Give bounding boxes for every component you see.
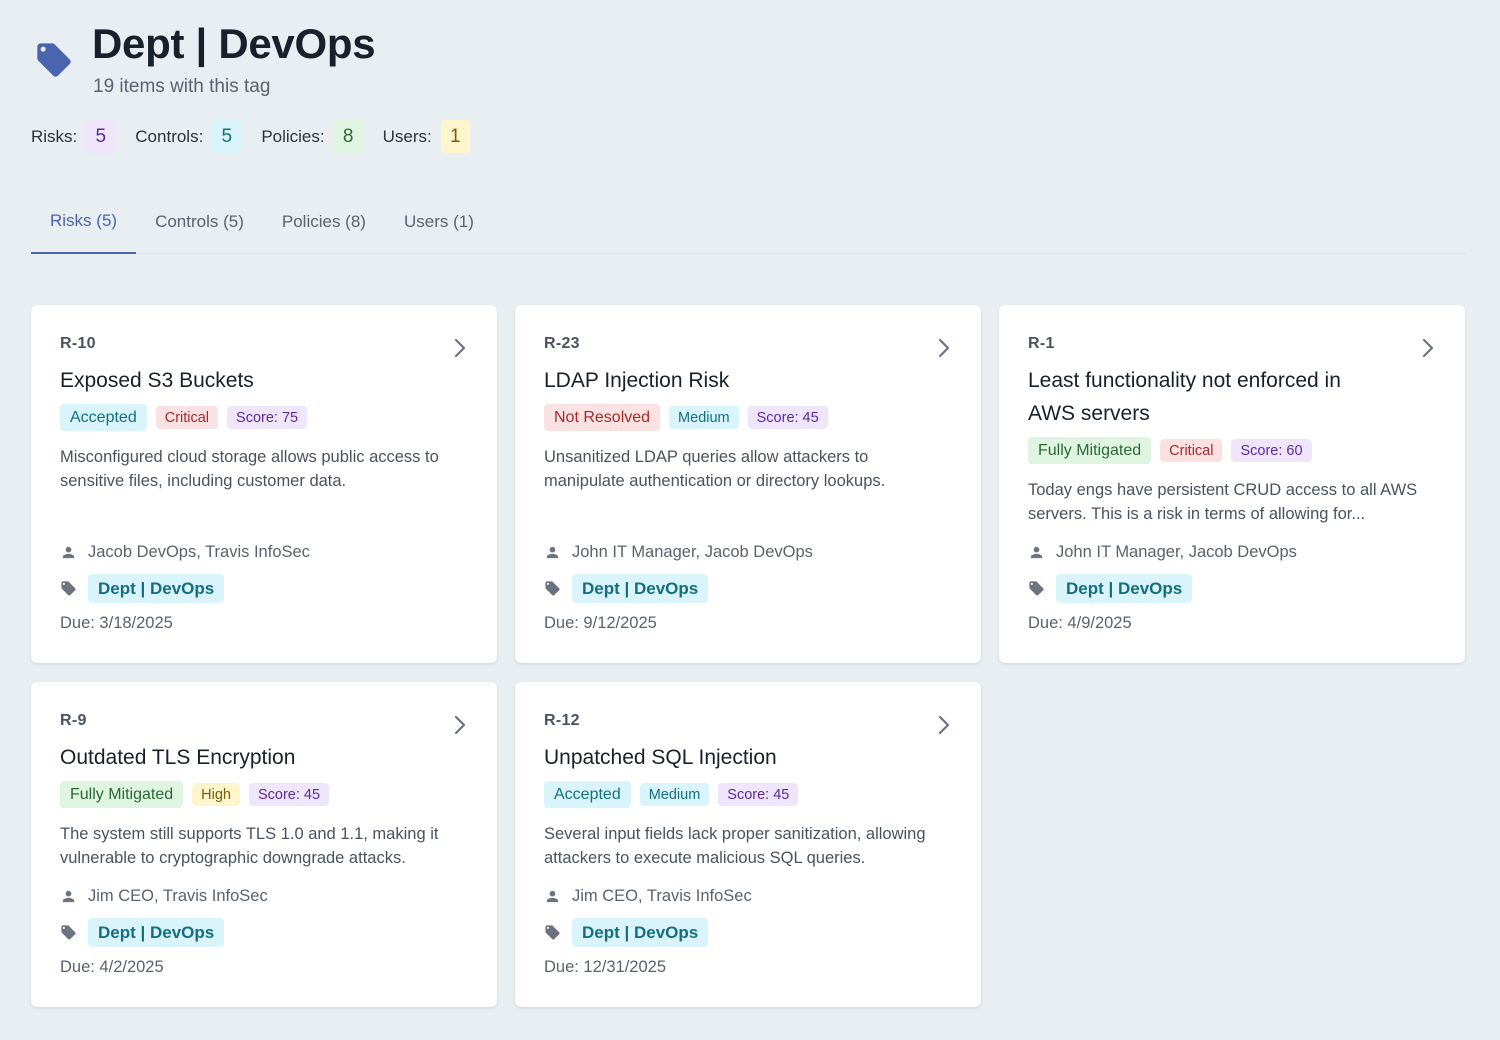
tab-bar: Risks (5) Controls (5) Policies (8) User…: [31, 190, 1466, 254]
tags-row: Dept | DevOps: [60, 574, 468, 603]
severity-badge: Critical: [1160, 439, 1223, 462]
tag-chip[interactable]: Dept | DevOps: [88, 918, 225, 947]
controls-count-badge: 5: [212, 120, 242, 153]
risk-id: R-23: [544, 335, 580, 352]
risk-description: Today engs have persistent CRUD access t…: [1028, 481, 1418, 523]
tag-icon: [545, 581, 560, 596]
tag-chip[interactable]: Dept | DevOps: [572, 918, 709, 947]
tab-controls[interactable]: Controls (5): [136, 190, 263, 254]
due-date: Due: 3/18/2025: [60, 614, 173, 632]
risk-card[interactable]: R-12 Unpatched SQL Injection Accepted Me…: [515, 682, 981, 1007]
severity-badge: High: [192, 783, 240, 806]
due-date: Due: 4/9/2025: [1028, 614, 1132, 632]
policies-count-label: Policies:: [261, 126, 325, 146]
risk-card[interactable]: R-9 Outdated TLS Encryption Fully Mitiga…: [31, 682, 497, 1007]
person-icon: [546, 890, 559, 903]
owners-text: Jim CEO, Travis InfoSec: [572, 887, 752, 905]
tags-row: Dept | DevOps: [544, 918, 952, 947]
page-title: Dept | DevOps: [92, 20, 376, 67]
score-badge: Score: 45: [248, 783, 330, 806]
status-badge: Fully Mitigated: [60, 781, 184, 808]
status-badge: Fully Mitigated: [1028, 437, 1152, 464]
policies-count-badge: 8: [333, 120, 363, 153]
tab-users[interactable]: Users (1): [385, 190, 493, 254]
risk-title: Outdated TLS Encryption: [60, 746, 296, 769]
tag-chip[interactable]: Dept | DevOps: [88, 574, 225, 603]
person-icon: [546, 546, 559, 559]
risk-title: LDAP Injection Risk: [544, 369, 730, 392]
tag-counts: Risks: 5 Controls: 5 Policies: 8 Users: …: [31, 120, 490, 153]
tag-icon: [37, 43, 71, 77]
owners-text: John IT Manager, Jacob DevOps: [572, 543, 813, 561]
risk-card[interactable]: R-1 Least functionality not enforced in …: [999, 305, 1465, 663]
risk-description: Unsanitized LDAP queries allow attackers…: [544, 448, 886, 490]
tags-row: Dept | DevOps: [60, 918, 468, 947]
severity-badge: Medium: [639, 783, 710, 806]
tags-row: Dept | DevOps: [544, 574, 952, 603]
tag-icon: [545, 925, 560, 940]
owners-row: Jim CEO, Travis InfoSec: [544, 887, 952, 906]
risk-description: Several input fields lack proper sanitiz…: [544, 825, 926, 867]
risk-id: R-1: [1028, 335, 1055, 352]
owners-text: Jim CEO, Travis InfoSec: [88, 887, 268, 905]
risk-id: R-9: [60, 712, 87, 729]
person-icon: [62, 890, 75, 903]
risk-id: R-10: [60, 335, 96, 352]
users-count-badge: 1: [440, 120, 470, 153]
tag-chip[interactable]: Dept | DevOps: [1056, 574, 1193, 603]
risk-id: R-12: [544, 712, 580, 729]
owners-row: John IT Manager, Jacob DevOps: [544, 543, 952, 562]
severity-badge: Critical: [155, 406, 219, 429]
person-icon: [62, 546, 75, 559]
status-badge: Not Resolved: [544, 404, 661, 431]
risk-title: Exposed S3 Buckets: [60, 369, 254, 392]
tab-risks[interactable]: Risks (5): [31, 190, 137, 254]
risks-count-badge: 5: [86, 120, 116, 153]
risk-description: The system still supports TLS 1.0 and 1.…: [60, 825, 439, 867]
score-badge: Score: 75: [227, 406, 308, 429]
score-badge: Score: 45: [747, 406, 828, 429]
risk-card[interactable]: R-23 LDAP Injection Risk Not Resolved Me…: [515, 305, 981, 663]
owners-text: Jacob DevOps, Travis InfoSec: [88, 543, 310, 561]
tag-chip[interactable]: Dept | DevOps: [572, 574, 709, 603]
tag-icon: [1029, 581, 1044, 596]
status-badge: Accepted: [60, 404, 147, 431]
owners-row: John IT Manager, Jacob DevOps: [1028, 543, 1436, 562]
risk-card[interactable]: R-10 Exposed S3 Buckets Accepted Critica…: [31, 305, 497, 663]
owners-text: John IT Manager, Jacob DevOps: [1056, 543, 1297, 561]
status-badge: Accepted: [544, 781, 631, 808]
owners-row: Jacob DevOps, Travis InfoSec: [60, 543, 468, 562]
score-badge: Score: 60: [1231, 439, 1312, 462]
person-icon: [1030, 546, 1043, 559]
users-count-label: Users:: [382, 126, 432, 146]
risk-title: Least functionality not enforced in AWS …: [1028, 369, 1341, 425]
item-count-subtitle: 19 items with this tag: [93, 76, 271, 97]
risk-title: Unpatched SQL Injection: [544, 746, 777, 769]
due-date: Due: 9/12/2025: [544, 614, 657, 632]
tag-icon: [61, 581, 76, 596]
tab-policies[interactable]: Policies (8): [263, 190, 385, 254]
controls-count-label: Controls:: [135, 126, 204, 146]
risk-description: Misconfigured cloud storage allows publi…: [60, 448, 439, 490]
tag-icon: [61, 925, 76, 940]
score-badge: Score: 45: [718, 783, 799, 806]
due-date: Due: 12/31/2025: [544, 958, 667, 976]
owners-row: Jim CEO, Travis InfoSec: [60, 887, 468, 906]
risks-count-label: Risks:: [31, 126, 78, 146]
severity-badge: Medium: [669, 406, 739, 429]
due-date: Due: 4/2/2025: [60, 958, 164, 976]
tags-row: Dept | DevOps: [1028, 574, 1436, 603]
